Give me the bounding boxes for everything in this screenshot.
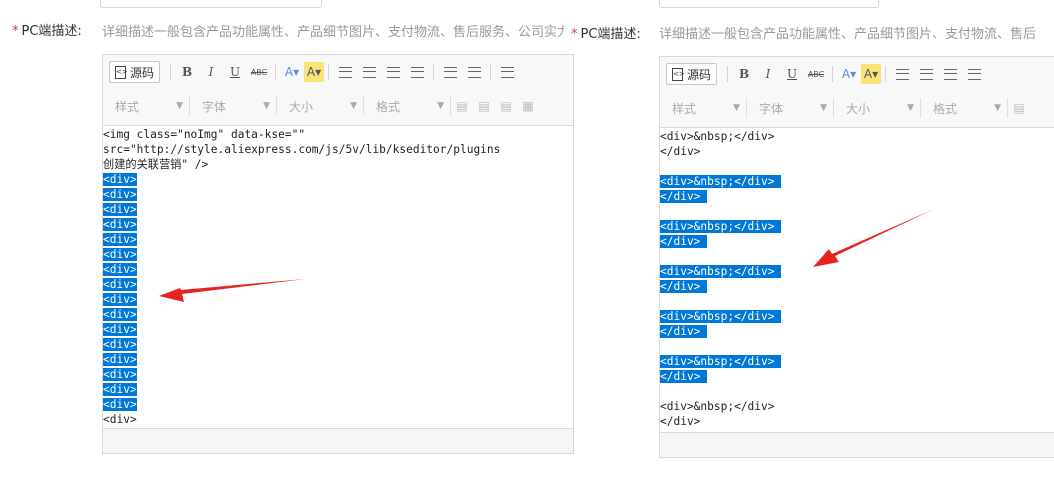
left-panel: * PC端描述: 详细描述一般包含产品功能属性、产品细节图片、支付物流、售后服务、… [0, 0, 574, 492]
arrow-shape [159, 279, 305, 302]
right-panel: * PC端描述: 详细描述一般包含产品功能属性、产品细节图片、支付物流、售后 <>… [567, 0, 1054, 492]
arrow-shape [813, 209, 934, 267]
red-arrow-annotation [813, 209, 934, 267]
red-arrow-annotation [159, 279, 305, 302]
